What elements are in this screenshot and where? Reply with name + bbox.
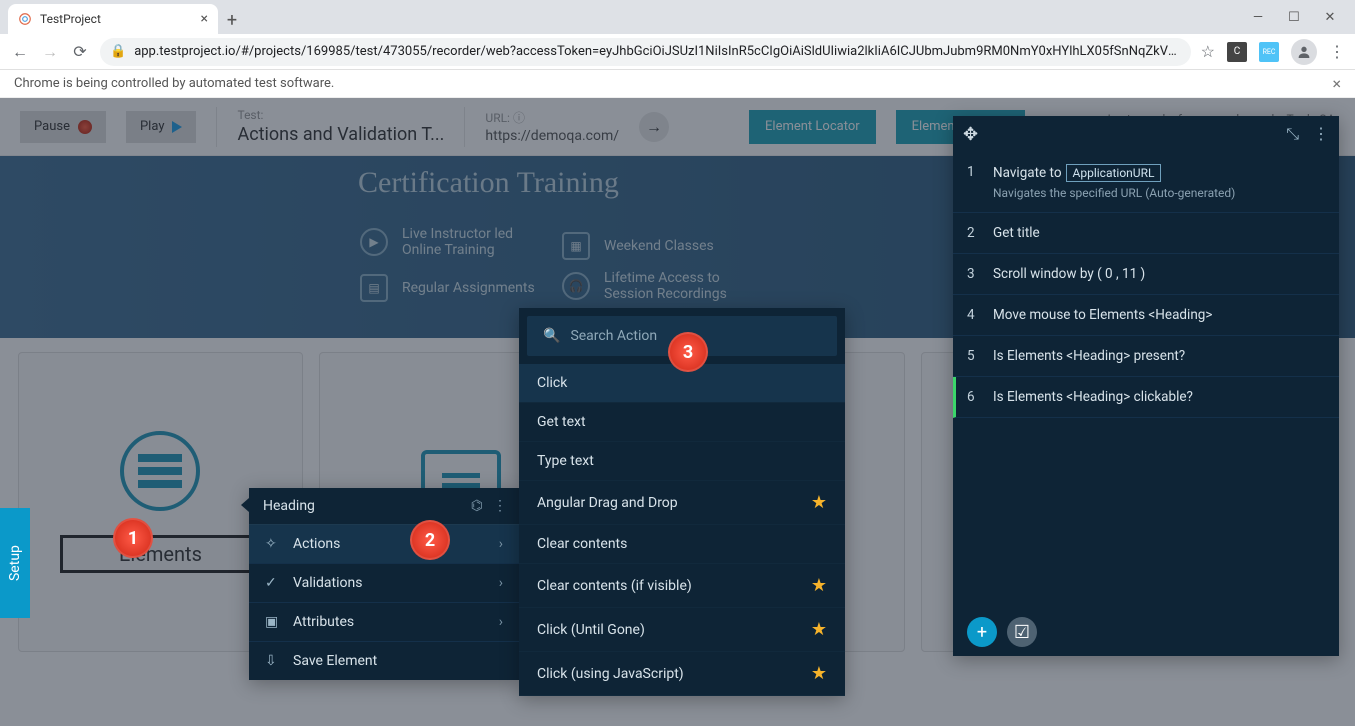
kebab-icon[interactable]: ⋮ [1313, 124, 1329, 144]
minimize-icon[interactable]: — [1251, 10, 1265, 24]
lock-icon: 🔒 [110, 44, 126, 59]
url-text: app.testproject.io/#/projects/169985/tes… [134, 44, 1180, 59]
url-block: URL: ⓘ https://demoqa.com/ [485, 109, 619, 144]
tab-title: TestProject [40, 12, 101, 26]
info-icon: ⓘ [513, 111, 525, 125]
collapse-icon[interactable]: ⤡ [1286, 124, 1299, 144]
close-icon[interactable]: × [1332, 74, 1341, 93]
close-window-icon[interactable]: ✕ [1323, 10, 1337, 24]
panel-row-attributes[interactable]: ▣ Attributes › [249, 603, 519, 642]
new-tab-button[interactable]: + [218, 6, 246, 34]
save-icon: ⇩ [265, 653, 281, 669]
hierarchy-icon[interactable]: ⌬ [471, 498, 483, 514]
reload-icon[interactable]: ⟳ [70, 42, 90, 61]
chevron-right-icon: › [499, 575, 503, 591]
star-icon: ★ [811, 492, 827, 513]
automation-info-bar: Chrome is being controlled by automated … [0, 70, 1355, 98]
calendar-icon: ▦ [562, 232, 590, 260]
kebab-icon[interactable]: ⋮ [1329, 42, 1345, 61]
card-label: Elements [60, 535, 261, 573]
tab-strip: TestProject × + — ☐ ✕ [0, 0, 1355, 34]
extension-c-icon[interactable]: C [1227, 42, 1247, 62]
pause-button[interactable]: Pause [20, 111, 106, 143]
play-button[interactable]: Play [126, 111, 197, 143]
play-icon: ▶ [360, 228, 388, 256]
headphones-icon: 🎧 [562, 272, 590, 300]
check-icon: ✓ [265, 575, 281, 591]
address-bar: ← → ⟳ 🔒 app.testproject.io/#/projects/16… [0, 34, 1355, 70]
action-list: ClickGet textType textAngular Drag and D… [519, 364, 845, 696]
back-icon[interactable]: ← [10, 42, 30, 62]
kebab-icon[interactable]: ⋮ [493, 498, 505, 514]
action-item[interactable]: Type text [519, 442, 845, 481]
step-row[interactable]: 1Navigate toApplicationURLNavigates the … [953, 152, 1339, 213]
step-row[interactable]: 3Scroll window by ( 0 , 11 ) [953, 254, 1339, 295]
document-icon: ▤ [360, 274, 388, 302]
element-locator-button[interactable]: Element Locator [749, 110, 876, 144]
star-icon: ★ [811, 663, 827, 684]
setup-tab[interactable]: Setup [0, 508, 30, 618]
validate-step-button[interactable]: ☑ [1007, 617, 1037, 647]
record-icon [78, 120, 92, 134]
profile-icon[interactable] [1291, 39, 1317, 65]
wand-icon: ✧ [265, 536, 281, 552]
step-row[interactable]: 4Move mouse to Elements <Heading> [953, 295, 1339, 336]
panel-row-actions[interactable]: ✧ Actions › [249, 525, 519, 564]
chevron-right-icon: › [499, 614, 503, 630]
clipboard-icon: ▣ [265, 614, 281, 630]
browser-chrome: TestProject × + — ☐ ✕ ← → ⟳ 🔒 app.testpr… [0, 0, 1355, 98]
panel-header: Heading ⌬ ⋮ [249, 488, 519, 525]
add-step-button[interactable]: + [967, 617, 997, 647]
go-icon[interactable]: → [639, 112, 669, 142]
action-item[interactable]: Clear contents [519, 525, 845, 564]
star-icon: ★ [811, 575, 827, 596]
annotation-badge-3: 3 [668, 332, 708, 372]
step-row[interactable]: 5Is Elements <Heading> present? [953, 336, 1339, 377]
url-field[interactable]: 🔒 app.testproject.io/#/projects/169985/t… [100, 38, 1191, 66]
step-row[interactable]: 6Is Elements <Heading> clickable? [953, 377, 1339, 418]
info-bar-text: Chrome is being controlled by automated … [14, 76, 334, 91]
action-item[interactable]: Angular Drag and Drop★ [519, 481, 845, 525]
close-icon[interactable]: × [201, 11, 208, 27]
hero-title: Certification Training [358, 166, 619, 200]
panel-row-validations[interactable]: ✓ Validations › [249, 564, 519, 603]
param-chip: ApplicationURL [1066, 164, 1162, 182]
step-row[interactable]: 2Get title [953, 213, 1339, 254]
action-item[interactable]: Clear contents (if visible)★ [519, 564, 845, 608]
action-item[interactable]: Click (Until Gone)★ [519, 608, 845, 652]
forward-icon: → [40, 42, 60, 62]
move-icon[interactable]: ✥ [963, 124, 978, 145]
favicon-icon [18, 12, 32, 26]
browser-tab[interactable]: TestProject × [8, 4, 218, 34]
annotation-badge-1: 1 [113, 518, 153, 558]
maximize-icon[interactable]: ☐ [1287, 10, 1301, 24]
play-icon [172, 121, 182, 133]
app-viewport: Pause Play Test: Actions and Validation … [0, 98, 1355, 726]
extension-rec-icon[interactable]: REC [1259, 42, 1279, 62]
star-icon: ★ [811, 619, 827, 640]
test-name-block: Test: Actions and Validation T... [237, 108, 444, 145]
panel-row-save-element[interactable]: ⇩ Save Element [249, 642, 519, 680]
elements-icon [120, 431, 200, 511]
action-item[interactable]: Click (using JavaScript)★ [519, 652, 845, 696]
window-controls: — ☐ ✕ [1251, 0, 1355, 34]
heading-context-panel: Heading ⌬ ⋮ ✧ Actions › ✓ Validations › … [249, 488, 519, 680]
search-icon: 🔍 [543, 328, 560, 344]
annotation-badge-2: 2 [410, 520, 450, 560]
star-icon[interactable]: ☆ [1201, 42, 1215, 61]
steps-panel: ✥ ⤡ ⋮ 1Navigate toApplicationURLNavigate… [953, 116, 1339, 656]
action-item[interactable]: Get text [519, 403, 845, 442]
chevron-right-icon: › [499, 536, 503, 552]
